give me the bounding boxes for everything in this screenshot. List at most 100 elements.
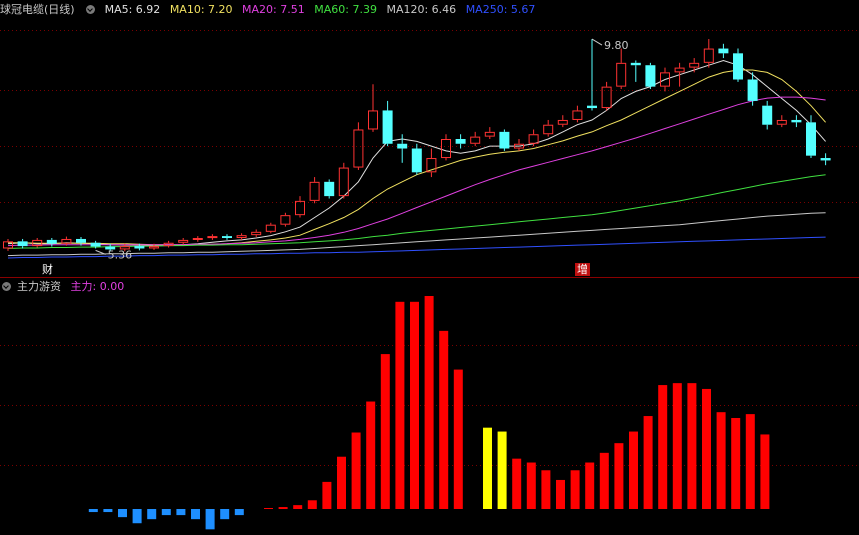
capital-flow-bars xyxy=(88,296,770,530)
candle-body xyxy=(295,200,305,216)
flow-bar xyxy=(278,507,288,509)
candle-body xyxy=(572,110,583,120)
flow-bar xyxy=(629,431,638,509)
candlesticks xyxy=(3,39,831,252)
stock-chart-window: 球冠电缆(日线) MA5: 6.92 MA10: 7.20 MA20: 7.51… xyxy=(0,0,859,535)
candle-body xyxy=(703,48,714,63)
indicator-panel-header: 主力游资 主力: 0.00 xyxy=(0,279,130,295)
flow-bar xyxy=(731,417,741,509)
candle xyxy=(645,62,656,90)
candle-body xyxy=(776,119,787,125)
flow-bar xyxy=(614,443,624,509)
flow-bar xyxy=(322,481,332,509)
flow-bar xyxy=(161,509,171,516)
indicator-title: 主力游资 xyxy=(17,280,61,293)
candle xyxy=(192,236,203,242)
flow-bar xyxy=(380,354,390,509)
candle xyxy=(265,222,276,234)
candle xyxy=(222,234,232,240)
candle-body xyxy=(674,67,685,73)
flow-bar xyxy=(351,432,361,509)
candle xyxy=(791,115,802,128)
candle xyxy=(484,127,495,139)
candle xyxy=(820,153,831,166)
candle xyxy=(309,177,320,204)
candle xyxy=(397,134,408,163)
candle xyxy=(163,240,174,248)
flow-bar xyxy=(658,385,668,509)
flow-bar xyxy=(176,509,186,516)
candle-body xyxy=(17,241,28,247)
candle xyxy=(470,131,481,147)
low-annotation: 5.36 xyxy=(108,248,133,261)
flow-bar xyxy=(526,462,536,509)
candle xyxy=(499,129,510,151)
ma-line-ma60 xyxy=(7,174,826,249)
flow-bar xyxy=(118,509,127,518)
candle xyxy=(587,39,597,111)
candle xyxy=(630,60,641,82)
candle xyxy=(251,229,262,238)
candle-body xyxy=(499,131,510,149)
candle xyxy=(674,62,685,87)
flow-bar xyxy=(293,505,303,509)
marker-right[interactable]: 增 xyxy=(575,263,590,276)
candle-body xyxy=(280,215,291,225)
flow-bar xyxy=(410,301,419,509)
flow-bar xyxy=(599,452,609,509)
candle xyxy=(411,143,422,175)
candle-body xyxy=(747,79,758,101)
candle xyxy=(3,238,13,251)
candle-body xyxy=(324,181,335,197)
dropdown-icon[interactable] xyxy=(2,282,11,291)
flow-bar xyxy=(687,383,697,509)
candle xyxy=(426,148,437,178)
candle-body xyxy=(791,119,802,123)
candle-body xyxy=(762,105,773,125)
flow-bar xyxy=(234,509,244,516)
flow-bar xyxy=(366,401,376,509)
flow-bar xyxy=(556,479,565,509)
flow-bar xyxy=(395,301,405,509)
flow-bar xyxy=(337,456,346,509)
candle xyxy=(703,39,714,68)
candle-body xyxy=(455,139,466,144)
flow-bar xyxy=(103,509,113,513)
candle-body xyxy=(90,242,101,247)
candle xyxy=(762,100,773,130)
flow-bar xyxy=(541,470,551,509)
candle-body xyxy=(192,238,203,241)
candle-body xyxy=(441,139,451,159)
candle xyxy=(17,238,28,249)
candle xyxy=(280,212,291,227)
flow-bar xyxy=(483,427,492,509)
flow-bar xyxy=(512,458,522,509)
candle xyxy=(295,196,305,218)
candle-body xyxy=(134,246,145,249)
candle-body xyxy=(820,158,831,161)
candle-body xyxy=(222,236,232,239)
candle-body xyxy=(382,110,393,144)
marker-left[interactable]: 财 xyxy=(40,263,55,276)
flow-bar xyxy=(424,296,434,509)
flow-bar xyxy=(191,509,200,520)
candle-body xyxy=(338,167,349,197)
candle-body xyxy=(236,235,247,239)
candle-body xyxy=(149,246,159,249)
flow-bar xyxy=(585,462,595,509)
candle-body xyxy=(645,65,656,87)
flow-bar xyxy=(147,509,157,520)
flow-bar xyxy=(643,416,653,509)
flow-bar xyxy=(672,383,682,509)
candle xyxy=(382,100,393,147)
candle-body xyxy=(689,62,700,68)
flow-bar xyxy=(570,470,580,509)
candle xyxy=(324,179,335,199)
flow-bar xyxy=(132,509,142,524)
flow-bar xyxy=(88,509,98,513)
flow-bar xyxy=(307,500,317,509)
candle-body xyxy=(397,143,408,149)
candle xyxy=(601,81,612,111)
candle-body xyxy=(616,62,627,87)
candle-body xyxy=(251,231,262,236)
